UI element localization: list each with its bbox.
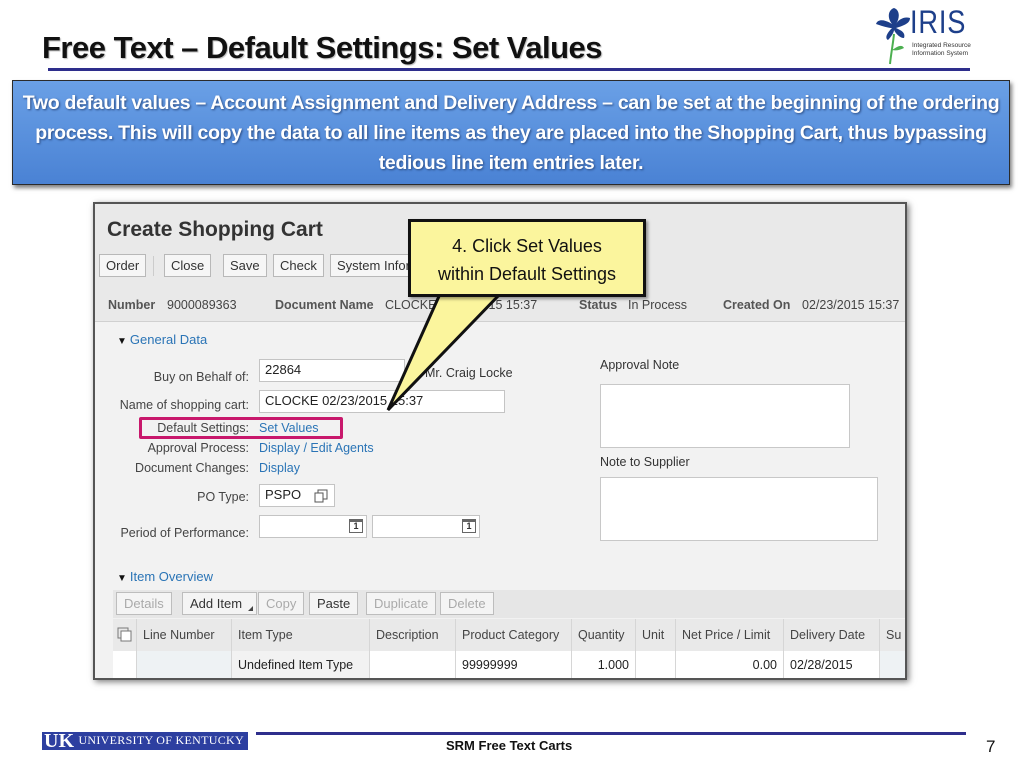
period-from-input[interactable]: 1 <box>259 515 367 538</box>
cell-delivery-date[interactable]: 02/28/2015 <box>784 651 880 678</box>
uk-logo-text: UNIVERSITY OF KENTUCKY <box>78 733 244 747</box>
footer-divider <box>256 732 966 735</box>
document-changes-display-link[interactable]: Display <box>259 461 300 475</box>
dropdown-corner-icon <box>248 606 254 611</box>
calendar-icon[interactable]: 1 <box>462 519 476 533</box>
instruction-callout: 4. Click Set Values within Default Setti… <box>408 219 646 297</box>
header-divider <box>95 321 905 322</box>
column-net-price[interactable]: Net Price / Limit <box>676 619 784 651</box>
display-edit-agents-link[interactable]: Display / Edit Agents <box>259 441 374 455</box>
close-button[interactable]: Close <box>164 254 212 277</box>
document-name-label: Document Name <box>275 298 374 312</box>
details-button[interactable]: Details <box>116 592 172 615</box>
buy-on-behalf-label: Buy on Behalf of: <box>153 370 249 384</box>
item-overview-toggle[interactable]: ▼ Item Overview <box>117 569 213 584</box>
number-label: Number <box>108 298 156 312</box>
column-description[interactable]: Description <box>370 619 456 651</box>
column-unit[interactable]: Unit <box>636 619 676 651</box>
value-help-icon[interactable] <box>314 489 328 503</box>
buy-on-behalf-name: Mr. Craig Locke <box>425 366 513 380</box>
cell-unit[interactable] <box>636 651 676 678</box>
callout-line1: 4. Click Set Values <box>452 236 602 256</box>
column-line-number[interactable]: Line Number <box>137 619 232 651</box>
column-delivery-date[interactable]: Delivery Date <box>784 619 880 651</box>
duplicate-button[interactable]: Duplicate <box>366 592 437 615</box>
callout-line2: within Default Settings <box>437 264 617 284</box>
info-banner: Two default values – Account Assignment … <box>12 80 1010 185</box>
logo-subtitle: Integrated Resource Information System <box>912 42 971 58</box>
created-on-value: 02/23/2015 15:37 <box>802 298 900 312</box>
uk-logo-mark: UK <box>44 732 74 750</box>
cell-description[interactable] <box>370 651 456 678</box>
copy-button[interactable]: Copy <box>258 592 305 615</box>
slide-title: Free Text – Default Settings: Set Values <box>42 30 603 65</box>
document-changes-label: Document Changes: <box>135 461 249 475</box>
column-product-category[interactable]: Product Category <box>456 619 572 651</box>
system-info-button[interactable]: System Infor <box>330 254 417 277</box>
created-on-label: Created On <box>723 298 791 312</box>
item-toolbar: Details Add Item Copy Paste Duplicate De… <box>113 590 905 618</box>
general-data-toggle[interactable]: ▼ General Data <box>117 332 207 347</box>
approval-note-textarea[interactable] <box>600 384 850 448</box>
approval-note-label: Approval Note <box>600 358 680 372</box>
note-to-supplier-textarea[interactable] <box>600 477 878 541</box>
triangle-down-icon: ▼ <box>117 336 127 347</box>
cell-item-type: Undefined Item Type <box>232 651 370 678</box>
cart-name-input[interactable]: CLOCKE 02/23/2015 15:37 <box>259 390 505 413</box>
cell-line-number <box>137 651 232 678</box>
column-su[interactable]: Su <box>880 619 905 651</box>
po-type-label: PO Type: <box>197 490 249 504</box>
select-all-cell[interactable] <box>113 619 137 651</box>
logo-subtitle-line1: Integrated Resource <box>912 42 971 49</box>
period-to-input[interactable]: 1 <box>372 515 480 538</box>
add-item-button[interactable]: Add Item <box>182 592 258 615</box>
title-divider <box>48 68 970 71</box>
table-row[interactable]: Undefined Item Type 99999999 1.000 0.00 … <box>113 651 905 678</box>
delete-button[interactable]: Delete <box>440 592 494 615</box>
po-type-value: PSPO <box>265 487 302 502</box>
number-value: 9000089363 <box>167 298 237 312</box>
status-label: Status <box>579 298 618 312</box>
document-name-value: CLOCKE 02/23/2015 15:37 <box>385 298 538 312</box>
cell-net-price[interactable]: 0.00 <box>676 651 784 678</box>
note-to-supplier-label: Note to Supplier <box>600 455 690 469</box>
iris-logo: IRIS Integrated Resource Information Sys… <box>874 4 974 66</box>
order-button[interactable]: Order <box>99 254 147 277</box>
buy-on-behalf-input[interactable]: 22864 <box>259 359 405 382</box>
period-of-performance-label: Period of Performance: <box>120 526 249 540</box>
logo-subtitle-line2: Information System <box>912 50 968 57</box>
column-quantity[interactable]: Quantity <box>572 619 636 651</box>
cell-su <box>880 651 905 678</box>
general-data-label: General Data <box>129 332 208 347</box>
check-button[interactable]: Check <box>273 254 324 277</box>
po-type-select[interactable]: PSPO <box>259 484 335 507</box>
save-button[interactable]: Save <box>223 254 267 277</box>
column-item-type[interactable]: Item Type <box>232 619 370 651</box>
cart-name-label: Name of shopping cart: <box>119 398 249 412</box>
table-header: Line Number Item Type Description Produc… <box>113 619 905 651</box>
add-item-label: Add Item <box>190 596 243 611</box>
toolbar-separator <box>153 256 154 276</box>
select-all-icon[interactable] <box>117 627 133 643</box>
approval-process-label: Approval Process: <box>147 441 249 455</box>
row-selector[interactable] <box>113 651 137 678</box>
logo-wordmark: IRIS <box>910 4 967 40</box>
uk-logo: UK UNIVERSITY OF KENTUCKY <box>42 732 248 750</box>
sap-page-title: Create Shopping Cart <box>107 218 323 241</box>
highlight-box <box>139 417 343 439</box>
iris-flower-icon <box>876 8 910 65</box>
footer-title: SRM Free Text Carts <box>446 738 573 753</box>
status-value: In Process <box>628 298 688 312</box>
cell-quantity[interactable]: 1.000 <box>572 651 636 678</box>
cell-product-category[interactable]: 99999999 <box>456 651 572 678</box>
paste-button[interactable]: Paste <box>309 592 359 615</box>
page-number: 7 <box>986 737 996 756</box>
item-overview-label: Item Overview <box>129 569 213 584</box>
triangle-down-icon: ▼ <box>117 573 127 584</box>
calendar-icon[interactable]: 1 <box>349 519 363 533</box>
banner-text: Two default values – Account Assignment … <box>22 91 1000 174</box>
